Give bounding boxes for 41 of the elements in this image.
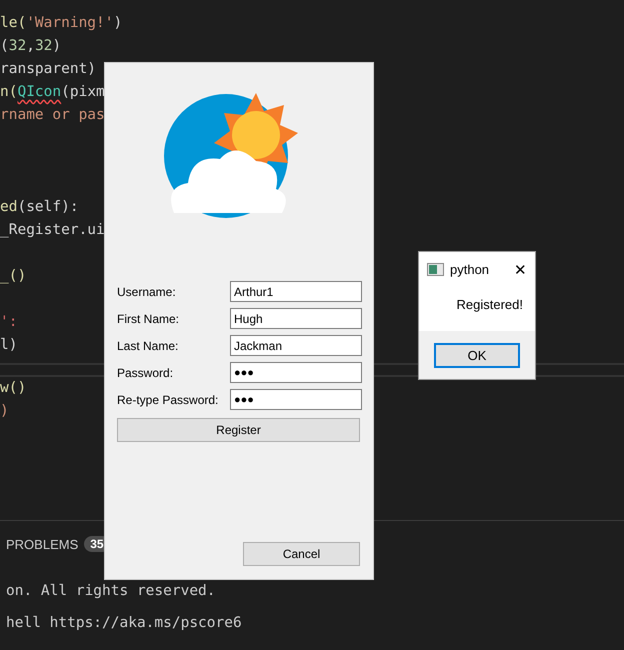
close-button[interactable]: ✕ — [514, 260, 527, 278]
field-label: Re-type Password: — [117, 392, 220, 406]
code-token: l) — [0, 337, 18, 353]
cancel-button[interactable]: Cancel — [243, 542, 360, 566]
code-token: ( — [0, 38, 9, 54]
code-token: ) — [0, 403, 9, 419]
code-token: _Register.ui — [0, 222, 105, 238]
code-token: _() — [0, 268, 26, 284]
code-token: (self): — [17, 199, 79, 215]
problems-tab[interactable]: PROBLEMS — [6, 536, 78, 552]
code-token: ) — [52, 38, 62, 54]
code-token: (pixm — [61, 84, 105, 100]
code-token: ': — [0, 314, 18, 330]
code-token: ed — [0, 199, 18, 215]
field-label: Last Name: — [117, 338, 180, 352]
code-token: rname or pas — [0, 107, 105, 123]
text-field[interactable]: Jackman — [230, 335, 362, 356]
code-token: 32 — [34, 38, 52, 54]
password-field[interactable]: ●●● — [230, 362, 362, 383]
code-token: w() — [0, 380, 26, 396]
code-token: le( — [0, 15, 26, 31]
text-field[interactable]: Hugh — [230, 308, 362, 329]
window-title: python — [450, 262, 490, 277]
ok-button[interactable]: OK — [434, 342, 520, 368]
code-token: 'Warning!' — [26, 15, 114, 31]
code-token: 32 — [8, 38, 26, 54]
field-label: Password: — [117, 366, 174, 380]
register-button[interactable]: Register — [117, 418, 360, 442]
code-token: QIcon — [17, 84, 62, 100]
field-label: Username: — [117, 284, 177, 298]
window-icon — [427, 263, 444, 276]
password-field[interactable]: ●●● — [230, 389, 362, 410]
field-label: First Name: — [117, 312, 180, 326]
code-token: , — [26, 38, 35, 54]
message-text: Registered! — [456, 297, 523, 312]
terminal-line: hell https://aka.ms/pscore6 — [6, 615, 243, 631]
code-token: ) — [114, 15, 122, 31]
code-token: n( — [0, 84, 18, 100]
terminal-line: on. All rights reserved. — [6, 583, 217, 599]
code-token: ransparent) — [0, 61, 96, 77]
text-field[interactable]: Arthur1 — [230, 281, 362, 302]
